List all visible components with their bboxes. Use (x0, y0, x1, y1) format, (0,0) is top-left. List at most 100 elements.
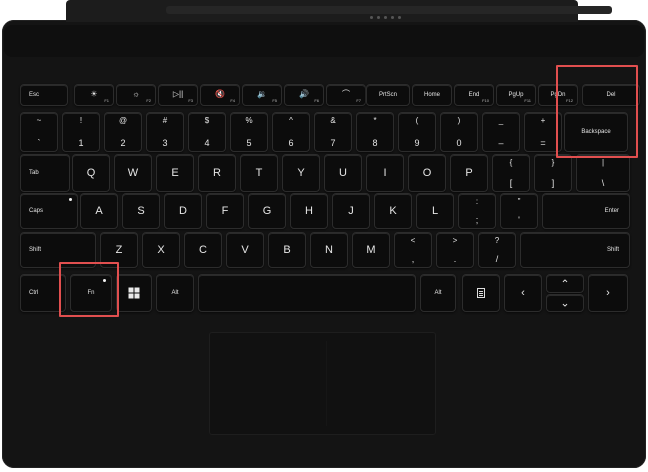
key-shift-label: % (245, 116, 253, 125)
windows-logo-icon (128, 287, 140, 299)
key-label: Q (86, 167, 96, 179)
key-9[interactable]: (9 (398, 112, 436, 152)
key-bracket-2[interactable]: | \ (576, 154, 630, 192)
key-f6[interactable]: 🔊 F6 (284, 84, 324, 106)
key-punct-0[interactable]: :; (458, 193, 496, 229)
key-punct-z-0[interactable]: <, (394, 232, 432, 268)
key-r[interactable]: R (198, 154, 236, 192)
key-bracket-0[interactable]: {[ (492, 154, 530, 192)
key-label: R (213, 167, 221, 179)
key-f4[interactable]: 🔇 F4 (200, 84, 240, 106)
key-f5[interactable]: 🔉 F5 (242, 84, 282, 106)
key-v[interactable]: V (226, 232, 264, 268)
key-f7[interactable]: ⌒ F7 (326, 84, 366, 106)
down-arrow-icon: ⌄ (560, 297, 570, 310)
key-label: N (325, 244, 333, 256)
key-t[interactable]: T (240, 154, 278, 192)
key-n[interactable]: N (310, 232, 348, 268)
fn-label: F6 (314, 98, 319, 103)
key-u[interactable]: U (324, 154, 362, 192)
key-a[interactable]: A (80, 193, 118, 229)
key-bracket-1[interactable]: }] (534, 154, 572, 192)
key-i[interactable]: I (366, 154, 404, 192)
key-shift-label: ! (79, 116, 83, 125)
right-alt-key[interactable]: Alt (420, 274, 456, 312)
caps-key[interactable]: Caps (20, 193, 78, 229)
key-label: 7 (330, 138, 336, 148)
fn-label: F11 (524, 98, 531, 103)
key-shift-label: | (601, 158, 605, 167)
key-1[interactable]: ! 1 (62, 112, 100, 152)
key-p[interactable]: P (450, 154, 488, 192)
spacebar[interactable] (198, 274, 416, 312)
key-0[interactable]: ) 0 (440, 112, 478, 152)
right-shift-key[interactable]: Shift (520, 232, 630, 268)
key-f1[interactable]: ☀ F1 (74, 84, 114, 106)
key-4[interactable]: $4 (188, 112, 226, 152)
key-label: PrtScn (378, 92, 397, 98)
key-label: A (95, 205, 103, 217)
key-punct-z-2[interactable]: ? / (478, 232, 516, 268)
fn-label: F1 (104, 98, 109, 103)
key-shift-label: $ (204, 116, 210, 125)
key-sym[interactable]: ~ ` (20, 112, 58, 152)
key-j[interactable]: J (332, 193, 370, 229)
key-label: X (157, 244, 165, 256)
left-alt-key[interactable]: Alt (156, 274, 194, 312)
key-h[interactable]: H (290, 193, 328, 229)
key-punct-z-1[interactable]: >. (436, 232, 474, 268)
key-label: Esc (29, 92, 40, 98)
key-l[interactable]: L (416, 193, 454, 229)
key-3[interactable]: #3 (146, 112, 184, 152)
key-label: B (283, 244, 291, 256)
key-d[interactable]: D (164, 193, 202, 229)
key-2[interactable]: @2 (104, 112, 142, 152)
key-label: L (431, 205, 439, 217)
windows-key[interactable] (116, 274, 152, 312)
key-home[interactable]: Home (412, 84, 452, 106)
key-sym[interactable]: _ – (482, 112, 520, 152)
enter-key[interactable]: Enter (542, 193, 630, 229)
key-f2[interactable]: ☼ F2 (116, 84, 156, 106)
key-shift-label: } (551, 158, 555, 167)
down-arrow-key[interactable]: ⌄ (546, 294, 584, 312)
key-6[interactable]: ^ 6 (272, 112, 310, 152)
touchpad[interactable] (209, 332, 436, 435)
key-7[interactable]: & 7 (314, 112, 352, 152)
key-shift-label: ~ (36, 116, 42, 125)
key-label: U (339, 167, 347, 179)
key-prtscn[interactable]: PrtScn (366, 84, 410, 106)
key-y[interactable]: Y (282, 154, 320, 192)
key-q[interactable]: Q (72, 154, 110, 192)
right-arrow-key[interactable]: › (588, 274, 628, 312)
key-shift-label: ? (494, 236, 500, 245)
key-punct-1[interactable]: " ' (500, 193, 538, 229)
key-o[interactable]: O (408, 154, 446, 192)
menu-key[interactable] (462, 274, 500, 312)
key-c[interactable]: C (184, 232, 222, 268)
up-arrow-key[interactable]: ⌃ (546, 274, 584, 293)
tab-key[interactable]: Tab (20, 154, 70, 192)
left-arrow-key[interactable]: ‹ (504, 274, 542, 312)
keyboard-fold-hinge (4, 25, 644, 57)
key-b[interactable]: B (268, 232, 306, 268)
key-w[interactable]: W (114, 154, 152, 192)
fn-label: F2 (146, 98, 151, 103)
key-8[interactable]: * 8 (356, 112, 394, 152)
key-e[interactable]: E (156, 154, 194, 192)
key-end[interactable]: End F10 (454, 84, 494, 106)
key-esc[interactable]: Esc (20, 84, 68, 106)
key-f[interactable]: F (206, 193, 244, 229)
key-label: E (171, 167, 179, 179)
key-g[interactable]: G (248, 193, 286, 229)
key-5[interactable]: % 5 (230, 112, 268, 152)
key-f3[interactable]: ▷|| F3 (158, 84, 198, 106)
key-label: \ (601, 178, 605, 188)
key-s[interactable]: S (122, 193, 160, 229)
key-pgup[interactable]: PgUp F11 (496, 84, 536, 106)
fn-label: F7 (356, 98, 361, 103)
key-m[interactable]: M (352, 232, 390, 268)
key-x[interactable]: X (142, 232, 180, 268)
key-k[interactable]: K (374, 193, 412, 229)
key-label: H (305, 205, 313, 217)
